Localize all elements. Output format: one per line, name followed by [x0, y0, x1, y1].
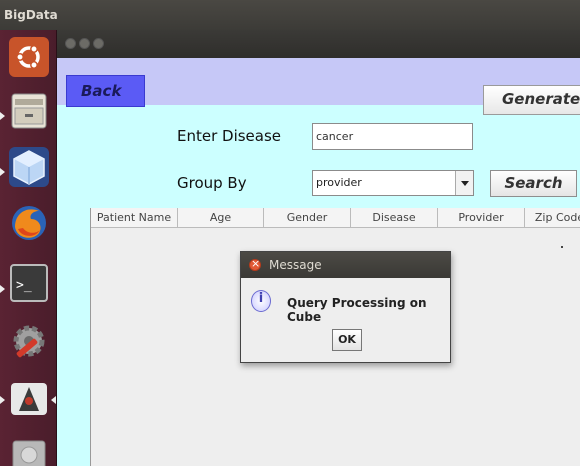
message-dialog: Message i Query Processing on Cube OK: [240, 251, 451, 363]
column-header[interactable]: Patient Name: [91, 208, 178, 228]
column-header[interactable]: Zip Code: [525, 208, 580, 228]
window-close-button[interactable]: [65, 38, 76, 49]
file-manager-icon[interactable]: [6, 88, 52, 134]
groupby-selected-value: provider: [316, 176, 362, 189]
firefox-icon[interactable]: [6, 200, 52, 246]
info-icon: i: [251, 290, 271, 312]
table-header: Patient Name Age Gender Disease Provider…: [91, 208, 580, 228]
launcher: >_: [0, 30, 57, 466]
dialog-message: Query Processing on Cube: [287, 296, 427, 324]
search-button[interactable]: Search: [490, 170, 577, 197]
virtualbox-cube-icon[interactable]: [6, 144, 52, 190]
ok-button[interactable]: OK: [332, 329, 362, 351]
column-header[interactable]: Disease: [351, 208, 438, 228]
groupby-label: Group By: [177, 174, 247, 192]
chevron-down-icon[interactable]: [455, 171, 473, 195]
back-button[interactable]: Back: [66, 75, 145, 107]
svg-text:>_: >_: [16, 278, 32, 293]
column-header[interactable]: Age: [178, 208, 264, 228]
terminal-icon[interactable]: >_: [6, 260, 52, 306]
disease-input[interactable]: cancer: [312, 123, 473, 150]
top-panel-title: BigData: [4, 8, 58, 22]
system-settings-icon[interactable]: [6, 318, 52, 364]
disk-drive-icon[interactable]: [6, 430, 52, 466]
window-maximize-button[interactable]: [93, 38, 104, 49]
window-minimize-button[interactable]: [79, 38, 90, 49]
table-body-mark: [561, 246, 563, 248]
disease-label: Enter Disease: [177, 127, 282, 145]
dialog-titlebar: Message: [241, 252, 450, 278]
ubuntu-dash-icon[interactable]: [6, 34, 52, 80]
dialog-title: Message: [269, 258, 322, 272]
generate-button[interactable]: Generate: [483, 85, 580, 115]
dialog-close-icon[interactable]: [249, 257, 261, 271]
groupby-select[interactable]: provider: [312, 170, 474, 196]
top-panel: BigData: [0, 0, 580, 30]
column-header[interactable]: Gender: [264, 208, 351, 228]
column-header[interactable]: Provider: [438, 208, 525, 228]
window-titlebar: [57, 30, 580, 58]
java-app-icon[interactable]: [6, 376, 52, 422]
